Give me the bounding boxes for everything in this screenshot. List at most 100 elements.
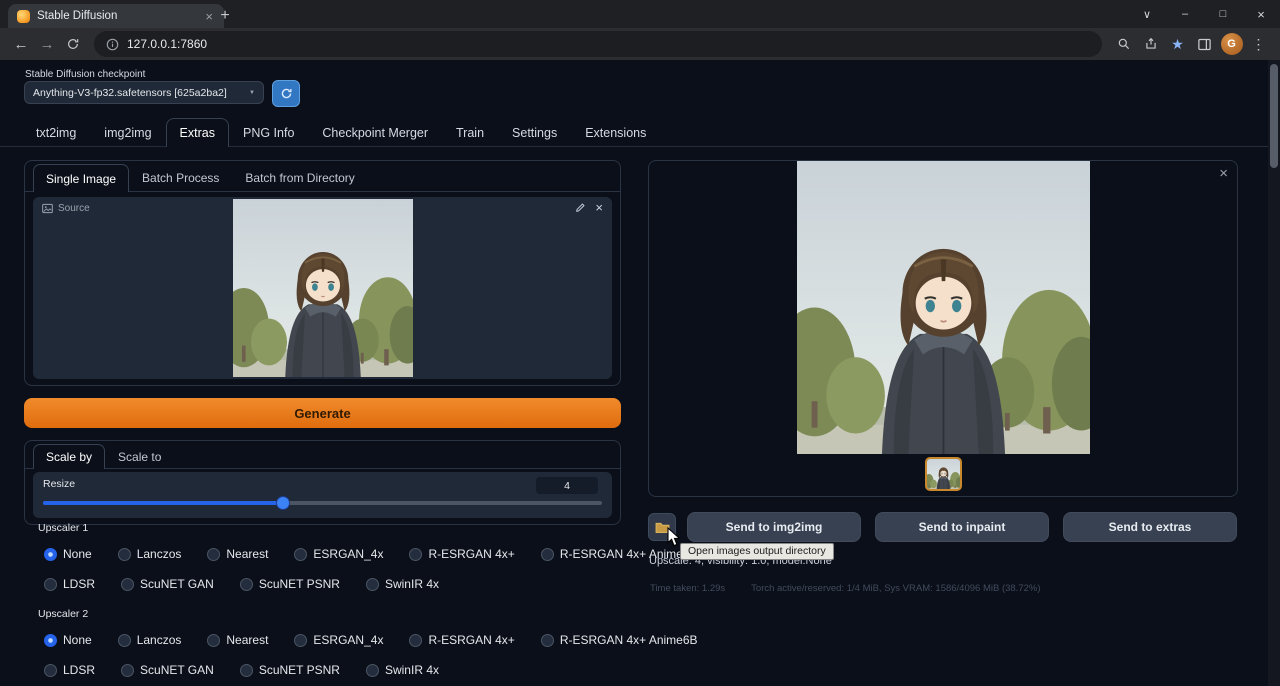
radio-circle[interactable] [44,548,57,561]
radio-circle[interactable] [44,578,57,591]
scale-tab-scale-by[interactable]: Scale by [33,444,105,469]
radio-circle[interactable] [294,548,307,561]
refresh-checkpoint-button[interactable] [272,80,300,107]
single-image-panel: Single ImageBatch ProcessBatch from Dire… [24,160,621,386]
upscaler1-option-ldsr[interactable]: LDSR [44,577,95,591]
new-tab-button[interactable]: + [214,5,236,27]
send-to-img2img-button[interactable]: Send to img2img [687,512,861,542]
tab-img2img[interactable]: img2img [90,118,165,147]
upscaler1-option-esrgan-4x[interactable]: ESRGAN_4x [294,547,383,561]
resize-slider-track[interactable] [43,501,602,505]
browser-tab[interactable]: Stable Diffusion × [8,4,224,28]
radio-circle[interactable] [240,578,253,591]
radio-circle[interactable] [409,548,422,561]
tab-extras[interactable]: Extras [166,118,229,147]
radio-label: R-ESRGAN 4x+ [428,547,514,561]
radio-circle[interactable] [207,634,220,647]
forward-icon[interactable]: → [34,31,60,57]
url-bar[interactable]: 127.0.0.1:7860 [94,31,1102,57]
side-panel-icon[interactable] [1191,31,1218,57]
generate-button[interactable]: Generate [24,398,621,428]
radio-circle[interactable] [118,634,131,647]
upscaler1-option-scunet-psnr[interactable]: ScuNET PSNR [240,577,340,591]
close-result-icon[interactable]: × [1219,166,1228,181]
send-to-extras-button[interactable]: Send to extras [1063,512,1237,542]
upscaler1-option-r-esrgan-4x[interactable]: R-ESRGAN 4x+ [409,547,514,561]
tab-txt2img[interactable]: txt2img [22,118,90,147]
upscaler1-option-none[interactable]: None [44,547,92,561]
upscaler-2-group: Upscaler 2 NoneLanczosNearestESRGAN_4xR-… [24,608,621,686]
upscaler2-option-lanczos[interactable]: Lanczos [118,633,182,647]
source-image-dropzone[interactable]: Source × [33,197,612,379]
share-icon[interactable] [1137,31,1164,57]
upscaler1-option-swinir-4x[interactable]: SwinIR 4x [366,577,439,591]
browser-toolbar: ← → 127.0.0.1:7860 ★ G ⋮ [0,28,1280,60]
subtab-batch-process[interactable]: Batch Process [129,164,232,191]
upscaler1-option-scunet-gan[interactable]: ScuNET GAN [121,577,214,591]
radio-circle[interactable] [541,634,554,647]
radio-circle[interactable] [240,664,253,677]
edit-icon[interactable] [575,202,586,213]
upscaler2-option-scunet-psnr[interactable]: ScuNET PSNR [240,663,340,677]
radio-circle[interactable] [366,664,379,677]
send-to-inpaint-button[interactable]: Send to inpaint [875,512,1049,542]
result-thumbnail[interactable] [925,457,962,491]
radio-circle[interactable] [121,578,134,591]
source-tools: × [575,201,603,214]
upscaler2-option-scunet-gan[interactable]: ScuNET GAN [121,663,214,677]
resize-slider-thumb[interactable] [277,497,289,509]
tab-search-chevron-icon[interactable]: ∨ [1128,8,1166,21]
upscaler1-option-nearest[interactable]: Nearest [207,547,268,561]
window-maximize-icon[interactable]: □ [1204,8,1242,20]
reload-icon[interactable] [60,31,86,57]
radio-label: ScuNET PSNR [259,663,340,677]
page-info-icon[interactable] [106,38,119,51]
upscaler2-option-esrgan-4x[interactable]: ESRGAN_4x [294,633,383,647]
scale-tab-scale-to[interactable]: Scale to [105,444,174,468]
radio-circle[interactable] [207,548,220,561]
bookmark-star-icon[interactable]: ★ [1164,31,1191,57]
subtab-batch-from-directory[interactable]: Batch from Directory [232,164,367,191]
result-panel: × [648,160,1238,497]
tab-checkpoint-merger[interactable]: Checkpoint Merger [308,118,442,147]
profile-avatar[interactable]: G [1221,33,1243,55]
resize-control: Resize 4 [33,472,612,518]
upscaler2-option-r-esrgan-4x[interactable]: R-ESRGAN 4x+ [409,633,514,647]
url-text[interactable]: 127.0.0.1:7860 [127,37,207,51]
clear-source-icon[interactable]: × [595,201,603,214]
radio-circle[interactable] [44,634,57,647]
radio-circle[interactable] [44,664,57,677]
tab-settings[interactable]: Settings [498,118,571,147]
window-close-icon[interactable]: × [1242,7,1280,22]
zoom-icon[interactable] [1110,31,1137,57]
upscaler2-options: NoneLanczosNearestESRGAN_4xR-ESRGAN 4x+R… [24,633,621,677]
tab-png-info[interactable]: PNG Info [229,118,308,147]
radio-circle[interactable] [541,548,554,561]
tab-train[interactable]: Train [442,118,498,147]
back-icon[interactable]: ← [8,31,34,57]
radio-circle[interactable] [118,548,131,561]
resize-number-input[interactable]: 4 [536,477,598,494]
window-minimize-icon[interactable]: – [1166,8,1204,20]
checkpoint-dropdown[interactable]: Anything-V3-fp32.safetensors [625a2ba2] … [24,81,264,104]
radio-circle[interactable] [121,664,134,677]
radio-circle[interactable] [409,634,422,647]
radio-label: None [63,547,92,561]
browser-tab-title: Stable Diffusion [37,10,196,22]
result-image[interactable] [797,161,1090,454]
upscaler1-option-lanczos[interactable]: Lanczos [118,547,182,561]
browser-menu-icon[interactable]: ⋮ [1245,31,1272,57]
tab-extensions[interactable]: Extensions [571,118,660,147]
upscaler2-option-none[interactable]: None [44,633,92,647]
upscaler2-option-swinir-4x[interactable]: SwinIR 4x [366,663,439,677]
radio-label: R-ESRGAN 4x+ [428,633,514,647]
radio-circle[interactable] [366,578,379,591]
subtab-single-image[interactable]: Single Image [33,164,129,192]
mouse-cursor [667,527,682,548]
radio-circle[interactable] [294,634,307,647]
page-scrollbar[interactable] [1268,60,1280,686]
upscaler2-option-nearest[interactable]: Nearest [207,633,268,647]
upscaler2-option-ldsr[interactable]: LDSR [44,663,95,677]
upscaler2-option-r-esrgan-4x-anime6b[interactable]: R-ESRGAN 4x+ Anime6B [541,633,698,647]
scrollbar-thumb[interactable] [1270,64,1278,168]
